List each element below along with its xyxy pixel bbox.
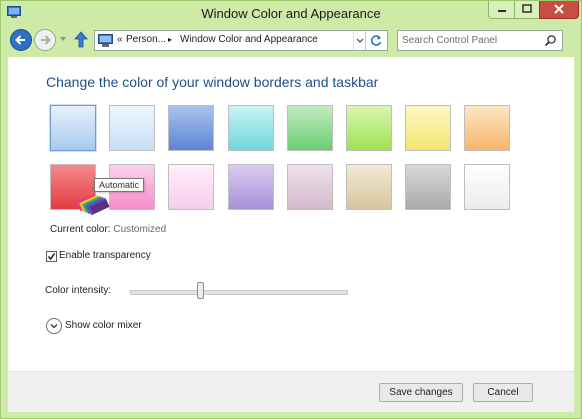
breadcrumb-overflow[interactable]: « (117, 34, 123, 45)
maximize-button[interactable] (514, 1, 540, 19)
transparency-checkbox[interactable] (46, 251, 57, 262)
chevron-down-icon (50, 324, 58, 329)
close-button[interactable] (539, 1, 579, 19)
title-bar[interactable]: Window Color and Appearance (1, 1, 581, 26)
breadcrumb-current[interactable]: Window Color and Appearance (180, 34, 318, 45)
button-bar: Save changes Cancel (8, 371, 574, 412)
chevron-down-icon[interactable] (59, 35, 67, 43)
checkmark-icon (47, 253, 56, 261)
color-swatch[interactable] (287, 105, 333, 151)
maximize-icon (522, 4, 532, 13)
minimize-button[interactable] (488, 1, 515, 19)
content-pane: Change the color of your window borders … (8, 57, 574, 371)
back-button[interactable] (10, 29, 32, 51)
refresh-icon (370, 35, 382, 46)
color-swatch[interactable] (405, 105, 451, 151)
arrow-up-icon[interactable] (73, 31, 89, 48)
search-input[interactable] (402, 33, 542, 47)
color-intensity-label: Color intensity: (45, 285, 112, 296)
address-bar[interactable]: « Person... ▸ Window Color and Appearanc… (94, 30, 388, 51)
search-box[interactable] (397, 30, 563, 51)
show-color-mixer-label[interactable]: Show color mixer (65, 320, 142, 331)
swatch-automatic[interactable] (50, 105, 96, 151)
color-swatch[interactable] (168, 164, 214, 210)
color-swatch[interactable] (228, 164, 274, 210)
color-swatch[interactable] (464, 164, 510, 210)
save-changes-button[interactable]: Save changes (379, 383, 463, 402)
page-heading: Change the color of your window borders … (46, 74, 379, 90)
color-swatch[interactable] (287, 164, 333, 210)
minimize-icon (498, 10, 506, 12)
color-swatch[interactable] (109, 105, 155, 151)
refresh-button[interactable] (365, 31, 387, 50)
color-swatch[interactable] (228, 105, 274, 151)
current-color-caption: Current color: (50, 224, 111, 235)
arrow-left-icon (15, 35, 25, 45)
cancel-button[interactable]: Cancel (473, 383, 533, 402)
window: Window Color and Appearance « Person... … (0, 0, 582, 419)
current-color-value: Customized (113, 224, 167, 235)
arrow-right-icon (41, 35, 51, 45)
color-swatch[interactable] (346, 105, 392, 151)
control-panel-icon (98, 34, 113, 47)
color-swatch[interactable] (405, 164, 451, 210)
breadcrumb-separator[interactable]: ▸ (168, 35, 172, 44)
color-swatch[interactable] (464, 105, 510, 151)
show-color-mixer-toggle[interactable] (46, 318, 62, 334)
current-color-label: Current color: Customized (50, 224, 166, 235)
transparency-label[interactable]: Enable transparency (59, 250, 151, 261)
color-intensity-slider[interactable] (130, 290, 348, 295)
navigation-bar: « Person... ▸ Window Color and Appearanc… (1, 26, 581, 57)
forward-button[interactable] (34, 29, 56, 51)
close-icon (554, 4, 564, 14)
color-swatch[interactable] (346, 164, 392, 210)
search-icon[interactable] (544, 34, 557, 47)
automatic-tooltip: Automatic (94, 178, 145, 192)
slider-thumb[interactable] (197, 282, 204, 299)
breadcrumb-personalization[interactable]: Person... (126, 34, 166, 45)
color-swatch[interactable] (168, 105, 214, 151)
